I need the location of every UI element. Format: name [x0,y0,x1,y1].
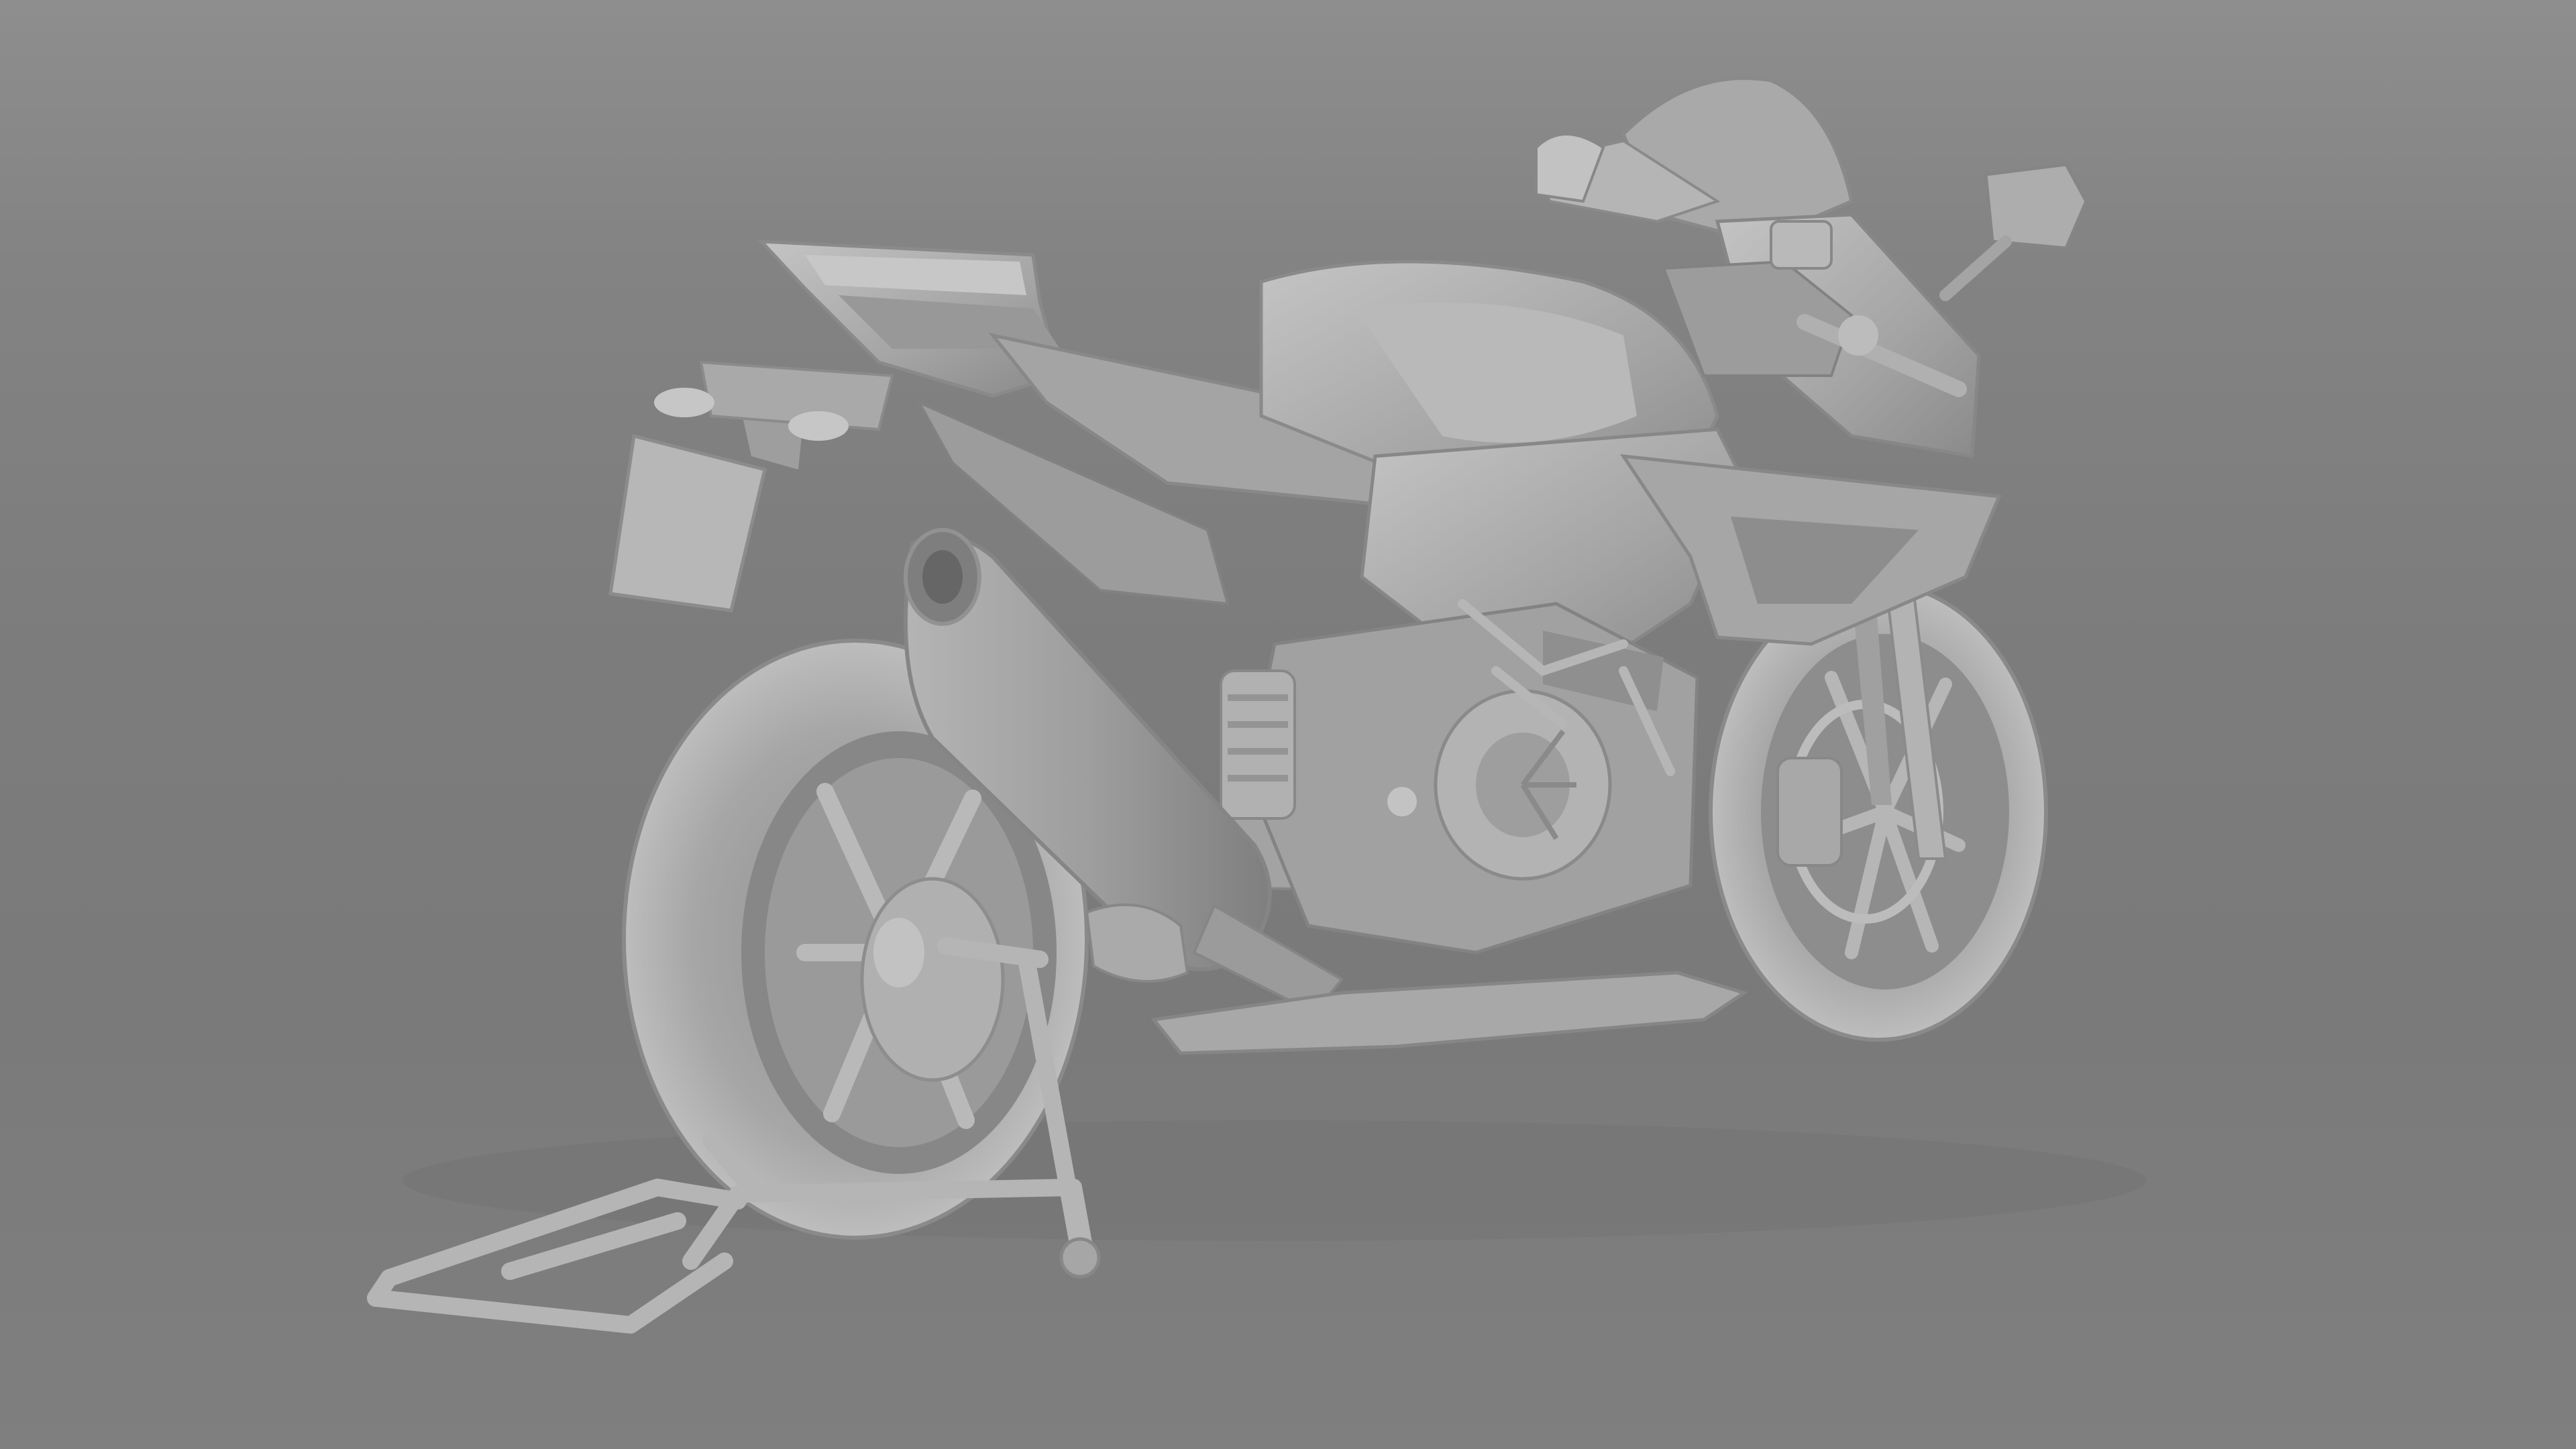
belly-pan [1150,971,1748,1055]
license-plate-bracket [608,360,894,612]
render-viewport [0,0,2576,1449]
rear-shock [1220,669,1296,820]
motorcycle-render [367,76,2147,1334]
mirror [1939,162,2088,301]
stand-wheel [1059,1237,1101,1279]
engine [1246,602,1699,955]
